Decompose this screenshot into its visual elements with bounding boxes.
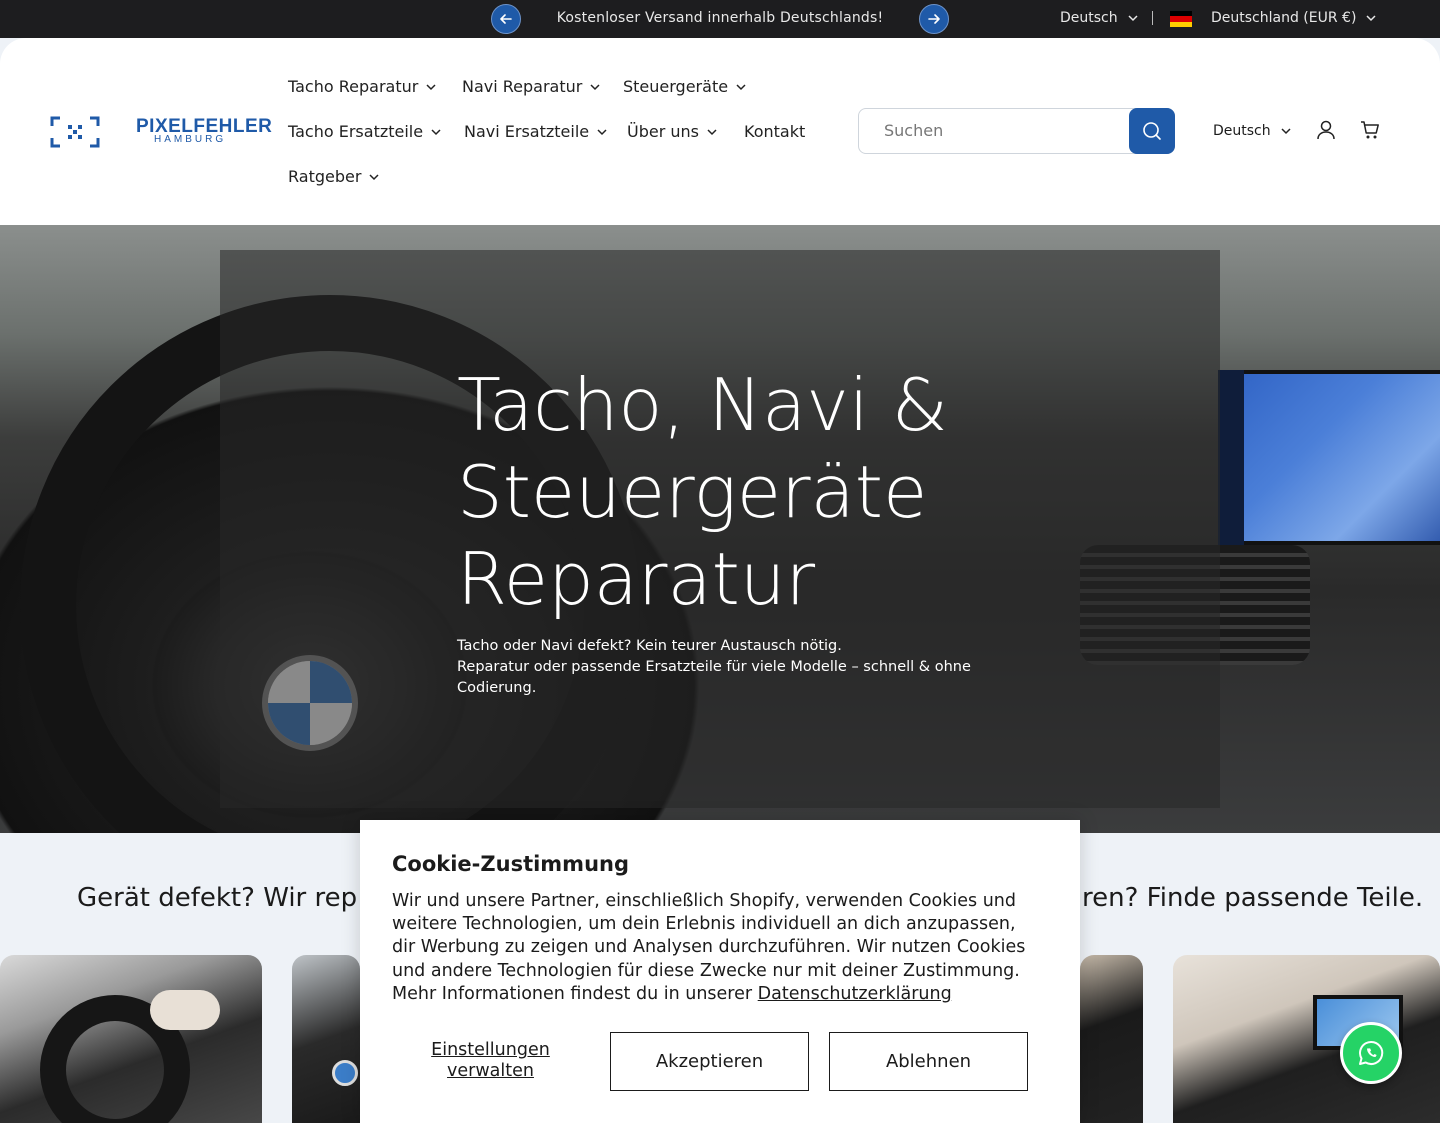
cart-icon <box>1361 121 1379 139</box>
hero-subtitle-line: Reparatur oder passende Ersatzteile für … <box>457 659 971 696</box>
search-button[interactable] <box>1129 108 1175 154</box>
hero-subtitle: Tacho oder Navi defekt? Kein teurer Aust… <box>457 636 1017 699</box>
topbar-divider <box>1152 11 1153 25</box>
privacy-policy-link[interactable]: Datenschutzerklärung <box>758 984 952 1004</box>
topbar-country-selector[interactable]: Deutschland (EUR €) <box>1211 10 1376 26</box>
nav-item-navi-reparatur[interactable]: Navi Reparatur <box>462 77 600 96</box>
nav-label: Navi Reparatur <box>462 77 583 96</box>
nav-item-navi-ersatzteile[interactable]: Navi Ersatzteile <box>464 122 607 141</box>
logo-mark-icon <box>50 116 100 148</box>
chevron-down-icon <box>1366 15 1376 22</box>
announcement-prev-button[interactable] <box>491 4 521 34</box>
nav-item-ueber-uns[interactable]: Über uns <box>627 122 717 141</box>
announcement-next-button[interactable] <box>919 4 949 34</box>
search-icon <box>1143 122 1161 140</box>
arrow-left-icon <box>500 14 512 24</box>
nav-label: Navi Ersatzteile <box>464 122 590 141</box>
whatsapp-icon <box>1359 1040 1384 1065</box>
section-title-left: Gerät defekt? Wir rep <box>77 883 358 913</box>
chevron-down-icon <box>426 83 436 90</box>
cookie-title: Cookie-Zustimmung <box>392 852 629 876</box>
nav-label: Kontakt <box>744 122 806 141</box>
logo-subtitle: HAMBURG <box>154 134 227 145</box>
topbar-language-selector[interactable]: Deutsch <box>1060 10 1138 26</box>
decline-button[interactable]: Ablehnen <box>829 1032 1028 1091</box>
hero-title-line: Steuergeräte <box>457 450 928 534</box>
german-flag-icon <box>1170 11 1192 27</box>
hero-image-navigation-screen <box>1218 370 1440 545</box>
chevron-down-icon <box>1128 15 1138 22</box>
category-card-navi-parts[interactable] <box>1173 955 1440 1123</box>
accept-button[interactable]: Akzeptieren <box>610 1032 809 1091</box>
category-card-navi[interactable] <box>292 955 360 1123</box>
chevron-down-icon <box>431 128 441 135</box>
site-logo[interactable]: PIXELFEHLER HAMBURG <box>50 116 272 148</box>
chevron-down-icon <box>707 128 717 135</box>
search-input[interactable] <box>884 121 1124 140</box>
category-card-tacho[interactable] <box>0 955 262 1123</box>
nav-label: Tacho Reparatur <box>288 77 419 96</box>
card-image-car-emblem <box>332 1060 358 1086</box>
nav-label: Steuergeräte <box>623 77 729 96</box>
category-card-tacho-parts[interactable] <box>1080 955 1143 1123</box>
topbar-language-label: Deutsch <box>1060 10 1118 26</box>
chevron-down-icon <box>369 173 379 180</box>
chevron-down-icon <box>597 128 607 135</box>
site-header: PIXELFEHLER HAMBURG Tacho Reparatur Navi… <box>0 38 1440 225</box>
cart-button[interactable] <box>1359 119 1381 141</box>
nav-label: Ratgeber <box>288 167 362 186</box>
hero-title-line: Tacho, Navi & <box>457 363 948 447</box>
nav-item-steuergeraete[interactable]: Steuergeräte <box>623 77 746 96</box>
announcement-bar: Kostenloser Versand innerhalb Deutschlan… <box>0 0 1440 38</box>
cookie-text: Wir und unsere Partner, einschließlich S… <box>392 890 1042 1006</box>
user-icon <box>1317 120 1335 140</box>
account-button[interactable] <box>1315 119 1337 141</box>
chevron-down-icon <box>1281 128 1291 135</box>
hero-title: Tacho, Navi & Steuergeräte Reparatur <box>457 362 1077 623</box>
nav-item-kontakt[interactable]: Kontakt <box>744 122 805 141</box>
search-box <box>858 108 1175 154</box>
nav-label: Über uns <box>627 122 699 141</box>
section-title-right: ren? Finde passende Teile. <box>1082 883 1424 913</box>
cookie-consent-dialog: Cookie-Zustimmung Wir und unsere Partner… <box>360 820 1080 1123</box>
header-language-label: Deutsch <box>1213 123 1271 139</box>
nav-item-ratgeber[interactable]: Ratgeber <box>288 167 379 186</box>
topbar-country-label: Deutschland (EUR €) <box>1211 10 1357 26</box>
manage-settings-link[interactable]: Einstellungen verwalten <box>392 1032 589 1090</box>
card-image-hand <box>150 990 220 1030</box>
nav-item-tacho-ersatzteile[interactable]: Tacho Ersatzteile <box>288 122 441 141</box>
whatsapp-chat-button[interactable] <box>1340 1022 1402 1084</box>
announcement-text: Kostenloser Versand innerhalb Deutschlan… <box>556 10 884 26</box>
arrow-right-icon <box>928 14 940 24</box>
chevron-down-icon <box>590 83 600 90</box>
nav-label: Tacho Ersatzteile <box>288 122 424 141</box>
header-language-selector[interactable]: Deutsch <box>1213 123 1291 139</box>
hero-subtitle-line: Tacho oder Navi defekt? Kein teurer Aust… <box>457 638 842 654</box>
hero-title-line: Reparatur <box>457 537 816 621</box>
nav-item-tacho-reparatur[interactable]: Tacho Reparatur <box>288 77 436 96</box>
chevron-down-icon <box>736 83 746 90</box>
hero-image-navigation-sidebar <box>1218 370 1244 545</box>
